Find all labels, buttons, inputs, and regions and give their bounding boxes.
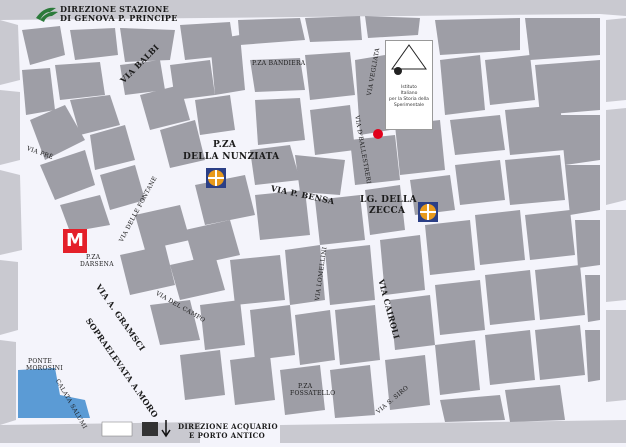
museum-icon xyxy=(418,202,438,222)
label-ponte-morosini-1: PONTE xyxy=(28,358,53,365)
label-p-za-nunziata-2: DELLA NUNZIATA xyxy=(183,152,280,162)
legend-line-2: E PORTO ANTICO xyxy=(189,431,266,440)
label-p-za-darsena-2: DARSENA xyxy=(80,261,114,268)
institute-box: Istituto Italiano per la Storia della Sp… xyxy=(385,40,433,130)
institute-logo-icon xyxy=(391,44,427,75)
location-marker-icon xyxy=(373,129,383,139)
header-line-2: DI GENOVA P. PRINCIPE xyxy=(60,13,178,23)
legend-line-1: DIREZIONE ACQUARIO xyxy=(178,422,278,431)
label-lg-della-zecca-1: LG. DELLA xyxy=(360,195,417,205)
label-p-za-darsena-1: P.ZA xyxy=(86,254,101,261)
label-lg-della-zecca-2: ZECCA xyxy=(369,206,406,216)
label-p-za-fossatello-2: FOSSATELLO xyxy=(290,390,336,397)
institute-line-4: Sperimentale xyxy=(393,103,425,108)
city-map: DIREZIONE STAZIONE DI GENOVA P. PRINCIPE… xyxy=(0,0,626,443)
label-ponte-morosini-2: MOROSINI xyxy=(26,365,63,372)
museum-icon xyxy=(206,168,226,188)
metro-letter: M xyxy=(66,230,84,251)
map-canvas xyxy=(0,0,626,443)
label-p-za-bandiera: P.ZA BANDIERA xyxy=(252,60,306,67)
label-p-za-nunziata-1: P.ZA xyxy=(213,140,237,150)
label-p-za-fossatello-1: P.ZA xyxy=(298,383,313,390)
